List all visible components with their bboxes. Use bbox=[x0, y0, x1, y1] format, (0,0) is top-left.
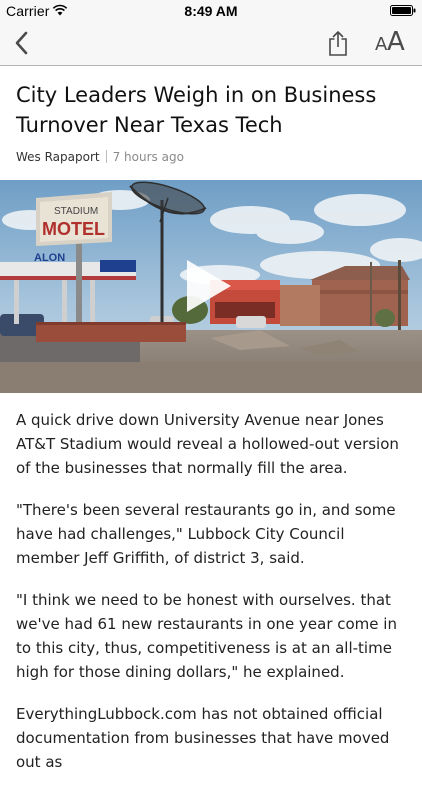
motel-sign-top: STADIUM bbox=[54, 206, 98, 217]
play-button[interactable] bbox=[183, 258, 233, 314]
status-bar: Carrier 8:49 AM bbox=[0, 0, 422, 22]
paragraph-4: EverythingLubbock.com has not obtained o… bbox=[16, 705, 390, 771]
chevron-left-icon bbox=[15, 31, 28, 55]
share-button[interactable] bbox=[326, 30, 350, 58]
author-name[interactable]: Wes Rapaport bbox=[16, 150, 100, 164]
font-size-large-label: A bbox=[387, 27, 405, 57]
share-icon bbox=[329, 31, 347, 56]
font-size-small-label: A bbox=[375, 34, 388, 55]
battery-icon bbox=[390, 5, 416, 16]
play-icon bbox=[187, 260, 231, 312]
gas-sign-text: ALON bbox=[34, 252, 65, 264]
paragraph-2: "There's been several restaurants go in,… bbox=[16, 501, 396, 567]
article-headline: City Leaders Weigh in on Business Turnov… bbox=[16, 83, 377, 137]
motel-sign-main: MOTEL bbox=[42, 219, 105, 239]
byline-divider bbox=[105, 150, 107, 163]
navigation-bar: A A bbox=[0, 22, 422, 66]
paragraph-1: A quick drive down University Avenue nea… bbox=[16, 411, 399, 477]
paragraph-3: "I think we need to be honest with ourse… bbox=[16, 591, 397, 681]
publish-time: 7 hours ago bbox=[112, 150, 184, 164]
font-size-button[interactable]: A A bbox=[374, 27, 410, 59]
article-video[interactable]: ALON STADIUM MOTEL bbox=[0, 180, 422, 393]
byline: Wes Rapaport 7 hours ago bbox=[16, 150, 184, 164]
article-body: A quick drive down University Avenue nea… bbox=[16, 408, 408, 792]
status-time: 8:49 AM bbox=[184, 3, 238, 19]
back-button[interactable] bbox=[8, 28, 36, 58]
